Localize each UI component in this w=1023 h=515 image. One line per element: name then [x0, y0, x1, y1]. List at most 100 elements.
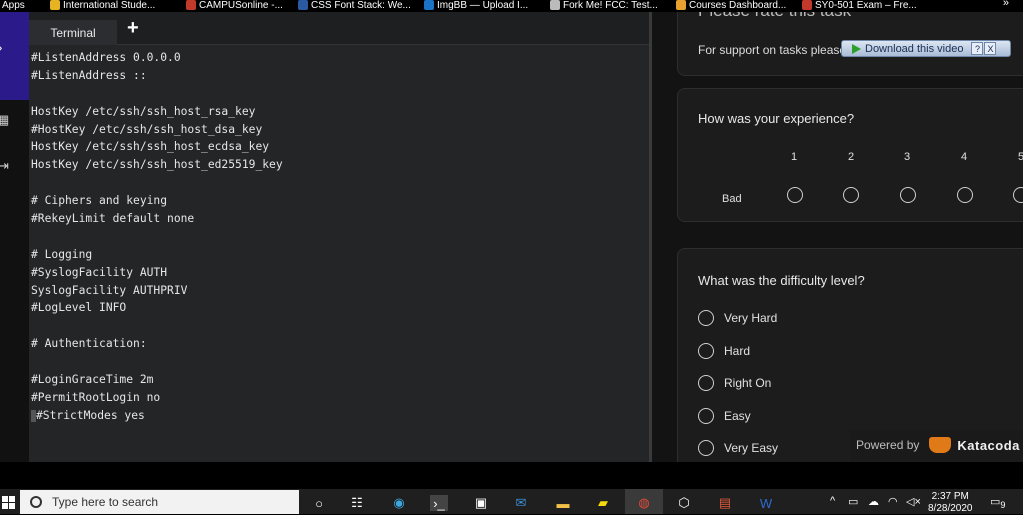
bookmark-favicon-icon — [298, 0, 308, 10]
bookmark-campusonline[interactable]: CAMPUSonline -... — [186, 0, 283, 12]
terminal-line: HostKey /etc/ssh/ssh_host_ecdsa_key — [31, 140, 270, 154]
rating-radio-3[interactable] — [900, 187, 916, 203]
bookmark-favicon-icon — [186, 0, 196, 10]
grid-icon[interactable]: ▦ — [0, 112, 9, 128]
experience-card: How was your experience? 1 2 3 4 5 Bad — [677, 88, 1023, 222]
wifi-icon[interactable]: ◠ — [888, 495, 898, 508]
bookmark-fork-me[interactable]: Fork Me! FCC: Test... — [550, 0, 658, 12]
terminal-line: # Logging — [31, 247, 93, 261]
clock[interactable]: 2:37 PM 8/28/2020 — [928, 491, 973, 515]
terminal-app-icon[interactable]: ›_ — [430, 495, 448, 511]
search-placeholder: Type here to search — [52, 495, 159, 509]
cloud-icon[interactable]: ☁ — [868, 495, 879, 508]
support-text: For support on tasks please — [698, 43, 847, 57]
notification-count: 9 — [1000, 500, 1006, 511]
app-icon[interactable]: ▤ — [716, 495, 734, 511]
scale-label: 1 — [791, 151, 798, 163]
terminal-line: #LogLevel INFO — [31, 301, 127, 315]
radio-button[interactable] — [698, 375, 714, 391]
powered-by-badge[interactable]: Powered by Katacoda — [850, 430, 1023, 460]
edge-browser-icon[interactable]: ◉ — [390, 495, 408, 511]
chrome-icon[interactable]: ◍ — [635, 495, 653, 511]
experience-question: How was your experience? — [698, 111, 855, 126]
task-view-icon[interactable]: ☷ — [348, 495, 366, 511]
bookmark-courses-dashboard[interactable]: Courses Dashboard... — [676, 0, 786, 12]
rating-radio-2[interactable] — [843, 187, 859, 203]
terminal-line: #SyslogFacility AUTH — [31, 265, 168, 279]
rating-radio-1[interactable] — [787, 187, 803, 203]
terminal-line: HostKey /etc/ssh/ssh_host_rsa_key — [31, 104, 256, 118]
bookmark-favicon-icon — [550, 0, 560, 10]
battery-icon[interactable]: ▭ — [848, 495, 858, 508]
terminal-line: #PermitRootLogin no — [31, 390, 161, 404]
chevron-right-icon[interactable]: › — [0, 40, 2, 55]
terminal-line: #ListenAddress 0.0.0.0 — [31, 51, 181, 64]
katacoda-logo-icon — [929, 437, 952, 453]
bookmark-favicon-icon — [50, 0, 60, 10]
chevron-up-icon[interactable]: ^ — [830, 495, 835, 507]
terminal-line: #StrictModes yes — [31, 407, 649, 425]
terminal-line: HostKey /etc/ssh/ssh_host_ed25519_key — [31, 158, 283, 172]
scale-label: 2 — [848, 151, 855, 163]
terminal-line: #ListenAddress :: — [31, 68, 147, 82]
terminal-line: SyslogFacility AUTHPRIV — [31, 283, 188, 297]
bookmarks-overflow-button[interactable]: » — [1003, 0, 1009, 9]
notifications-icon[interactable]: ▭9 — [990, 495, 1006, 510]
difficulty-option-hard[interactable]: Hard — [698, 343, 750, 359]
bad-label: Bad — [722, 193, 742, 205]
bookmark-favicon-icon — [424, 0, 434, 10]
rating-radio-4[interactable] — [957, 187, 973, 203]
difficulty-option-very-hard[interactable]: Very Hard — [698, 310, 777, 326]
difficulty-option-very-easy[interactable]: Very Easy — [698, 440, 778, 456]
sidebar-accent: › — [0, 12, 29, 100]
rating-radio-5[interactable] — [1013, 187, 1023, 203]
logout-icon[interactable]: ⇥ — [0, 158, 9, 174]
radio-button[interactable] — [698, 310, 714, 326]
bookmarks-bar: Apps International Stude... CAMPUSonline… — [0, 0, 1023, 12]
mail-icon[interactable]: ✉ — [512, 495, 530, 511]
bookmark-css-font-stack[interactable]: CSS Font Stack: We... — [298, 0, 411, 12]
taskbar-search-input[interactable]: Type here to search — [20, 490, 299, 514]
radio-button[interactable] — [698, 408, 714, 424]
powered-by-label: Powered by — [856, 438, 920, 452]
store-icon[interactable]: ▣ — [472, 495, 490, 511]
close-button[interactable]: X — [984, 42, 997, 55]
scale-label: 3 — [904, 151, 911, 163]
feedback-panel: Please rate this task For support on tas… — [652, 12, 1023, 462]
word-icon[interactable]: W — [757, 495, 775, 511]
volume-icon[interactable]: ◁× — [906, 495, 921, 508]
clock-time: 2:37 PM — [931, 491, 969, 502]
terminal-output[interactable]: #ListenAddress 0.0.0.0 #ListenAddress ::… — [29, 45, 649, 462]
difficulty-option-right-on[interactable]: Right On — [698, 375, 771, 391]
radio-button[interactable] — [698, 343, 714, 359]
tab-terminal[interactable]: Terminal — [29, 20, 117, 45]
virtualbox-icon[interactable]: ⬡ — [675, 495, 693, 511]
download-video-label[interactable]: Download this video — [865, 43, 963, 55]
bookmark-sy0-501[interactable]: SY0-501 Exam – Fre... — [802, 0, 917, 12]
terminal-line: # Ciphers and keying — [31, 194, 168, 208]
card-title: Please rate this task — [698, 12, 851, 21]
taskbar: Type here to search ○ ☷ ◉ ›_ ▣ ✉ ▬ ▰ ◍ ⬡… — [0, 489, 1023, 514]
terminal-tab-bar: Terminal + — [29, 12, 649, 45]
bookmark-favicon-icon — [802, 0, 812, 10]
file-explorer-icon[interactable]: ▬ — [554, 495, 572, 511]
add-tab-button[interactable]: + — [127, 18, 139, 38]
bookmark-favicon-icon — [676, 0, 686, 10]
radio-button[interactable] — [698, 440, 714, 456]
brand-name: Katacoda — [957, 437, 1020, 453]
sticky-notes-icon[interactable]: ▰ — [594, 495, 612, 511]
help-button[interactable]: ? — [971, 42, 984, 55]
terminal-line: #RekeyLimit default none — [31, 212, 195, 226]
download-video-bar[interactable]: Download this video ? X — [841, 40, 1011, 57]
difficulty-option-easy[interactable]: Easy — [698, 408, 751, 424]
windows-start-icon[interactable] — [0, 489, 20, 514]
cortana-icon[interactable]: ○ — [310, 495, 328, 511]
bookmark-apps[interactable]: Apps — [2, 0, 25, 12]
bookmark-imgbb[interactable]: ImgBB — Upload I... — [424, 0, 528, 12]
terminal-line: # Authentication: — [31, 337, 147, 351]
bookmark-international-students[interactable]: International Stude... — [50, 0, 155, 12]
difficulty-question: What was the difficulty level? — [698, 273, 865, 288]
